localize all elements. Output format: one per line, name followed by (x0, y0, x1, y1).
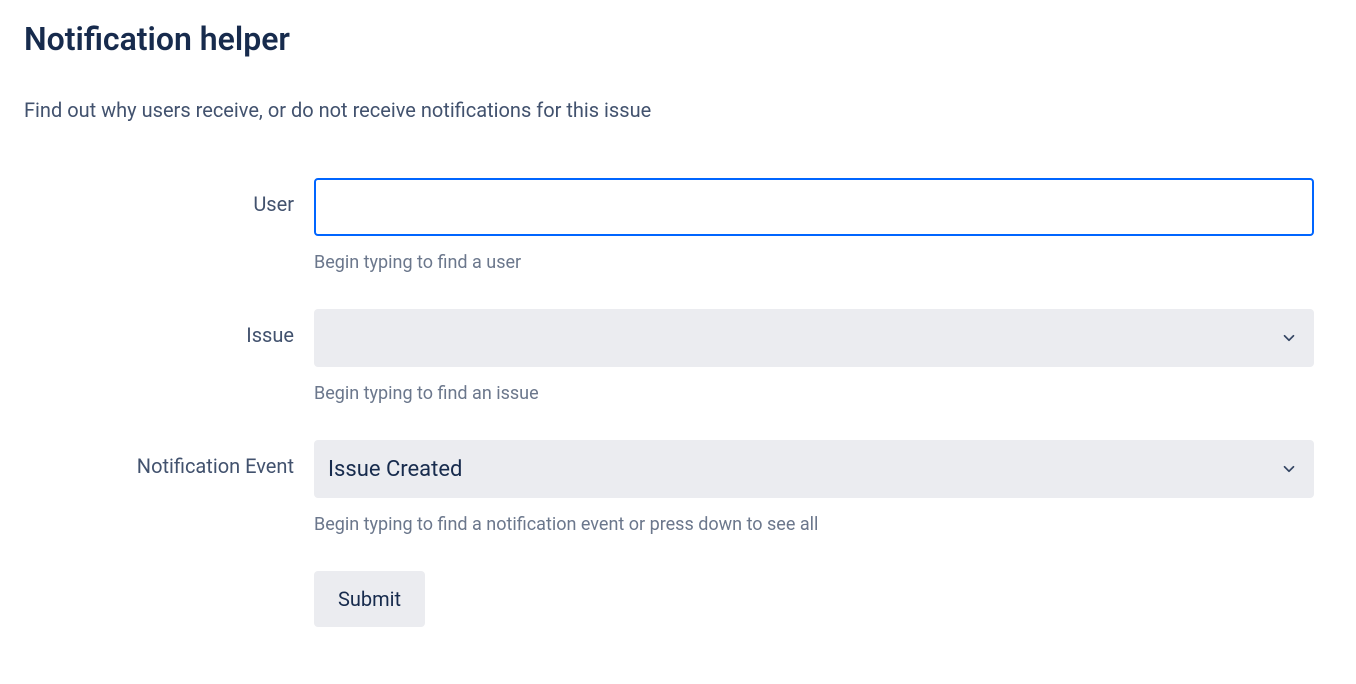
submit-button[interactable]: Submit (314, 571, 425, 627)
notification-event-select[interactable]: Issue Created (314, 440, 1314, 498)
chevron-down-icon (1280, 329, 1298, 347)
notification-event-select-value: Issue Created (328, 457, 462, 482)
user-field-row: User Begin typing to find a user (24, 178, 1332, 273)
issue-label: Issue (24, 309, 314, 347)
issue-help-text: Begin typing to find an issue (314, 383, 1314, 404)
user-input[interactable] (314, 178, 1314, 236)
notification-event-field-row: Notification Event Issue Created Begin t… (24, 440, 1332, 535)
user-label: User (24, 178, 314, 216)
notification-event-label: Notification Event (24, 440, 314, 478)
issue-select[interactable] (314, 309, 1314, 367)
page-title: Notification helper (24, 20, 1332, 58)
submit-row: Submit (24, 571, 1332, 627)
notification-helper-form: User Begin typing to find a user Issue B… (24, 178, 1332, 627)
user-help-text: Begin typing to find a user (314, 252, 1314, 273)
issue-field-row: Issue Begin typing to find an issue (24, 309, 1332, 404)
notification-event-help-text: Begin typing to find a notification even… (314, 514, 1314, 535)
page-description: Find out why users receive, or do not re… (24, 98, 1332, 122)
chevron-down-icon (1280, 460, 1298, 478)
